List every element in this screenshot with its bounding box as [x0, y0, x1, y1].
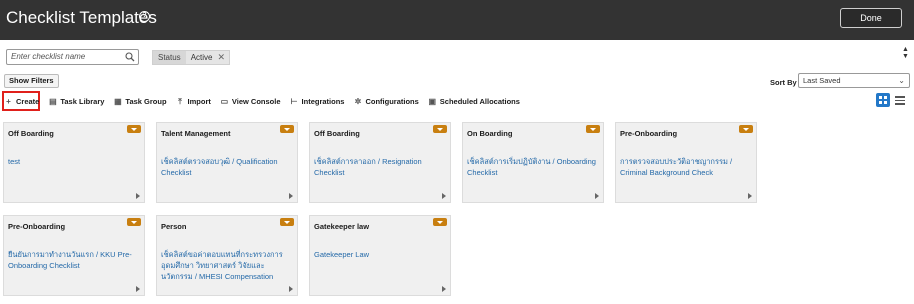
card-expand-icon[interactable]: [136, 193, 140, 199]
scheduled-allocations-button[interactable]: ▣ Scheduled Allocations: [428, 97, 520, 106]
card-category: Pre-Onboarding: [8, 222, 66, 231]
card-category: Off Boarding: [314, 129, 360, 138]
filter-key: Status: [153, 51, 186, 64]
view-console-label: View Console: [231, 96, 281, 106]
card-menu-icon[interactable]: [127, 125, 141, 133]
card-category: Pre-Onboarding: [620, 129, 678, 138]
show-filters-button[interactable]: Show Filters: [4, 74, 59, 88]
card-category: Gatekeeper law: [314, 222, 370, 231]
create-button[interactable]: + Create: [4, 97, 39, 106]
plus-icon: +: [6, 96, 11, 106]
checklist-card[interactable]: Pre-Onboarding การตรวจสอบประวัติอาชญากรร…: [615, 122, 757, 203]
card-title-link[interactable]: เช็คลิสต์ตรวจสอบวุฒิ / Qualification Che…: [161, 156, 293, 178]
reorder-icon[interactable]: ▲ ▼: [902, 46, 909, 60]
integrations-button[interactable]: ⊢ Integrations: [290, 97, 345, 106]
card-menu-icon[interactable]: [739, 125, 753, 133]
task-library-button[interactable]: ▤ Task Library: [48, 97, 104, 106]
search-input[interactable]: Enter checklist name: [6, 49, 139, 65]
checklist-card[interactable]: Pre-Onboarding ยืนยันการมาทำงานวันแรก / …: [3, 215, 145, 296]
configurations-button[interactable]: ✲ Configurations: [353, 96, 419, 106]
create-label: Create: [16, 96, 40, 106]
checklist-card[interactable]: On Boarding เช็คลิสต์การเริ่มปฏิบัติงาน …: [462, 122, 604, 203]
card-title-link[interactable]: ยืนยันการมาทำงานวันแรก / KKU Pre-Onboard…: [8, 249, 140, 271]
card-expand-icon[interactable]: [748, 193, 752, 199]
checklist-card[interactable]: Gatekeeper law Gatekeeper Law: [309, 215, 451, 296]
task-library-icon: ▤: [49, 96, 57, 106]
page-title: Checklist Templates: [6, 8, 157, 27]
search-placeholder: Enter checklist name: [11, 52, 86, 61]
import-icon: ⤒: [178, 96, 182, 106]
task-group-label: Task Group: [125, 96, 167, 106]
card-menu-icon[interactable]: [280, 218, 294, 226]
checklist-card[interactable]: Off Boarding test: [3, 122, 145, 203]
sort-by-select[interactable]: Last Saved ⌄: [798, 73, 910, 88]
configurations-icon: ✲: [354, 96, 362, 106]
card-category: Off Boarding: [8, 129, 54, 138]
console-icon: ▭: [220, 96, 229, 106]
checklist-card[interactable]: Person เช็คลิสต์ขอค่าตอบแทนที่กระทรวงการ…: [156, 215, 298, 296]
card-expand-icon[interactable]: [595, 193, 599, 199]
card-expand-icon[interactable]: [442, 286, 446, 292]
card-title-link[interactable]: เช็คลิสต์ขอค่าตอบแทนที่กระทรวงการอุดมศึก…: [161, 249, 293, 282]
status-filter-chip: Status Active ✕: [152, 50, 231, 65]
view-console-button[interactable]: ▭ View Console: [220, 97, 281, 106]
search-icon[interactable]: [125, 52, 135, 62]
configurations-label: Configurations: [365, 96, 419, 106]
card-category: Person: [161, 222, 187, 231]
grid-view-icon[interactable]: [876, 93, 890, 107]
integrations-label: Integrations: [301, 96, 345, 106]
task-group-button[interactable]: ▦ Task Group: [113, 97, 166, 106]
card-title-link[interactable]: Gatekeeper Law: [314, 249, 446, 260]
card-expand-icon[interactable]: [289, 193, 293, 199]
help-icon[interactable]: ?: [139, 11, 150, 22]
import-label: Import: [187, 96, 211, 106]
page-header: Checklist Templates ? Done: [0, 0, 914, 40]
card-menu-icon[interactable]: [433, 125, 447, 133]
card-menu-icon[interactable]: [586, 125, 600, 133]
card-expand-icon[interactable]: [136, 286, 140, 292]
card-expand-icon[interactable]: [289, 286, 293, 292]
task-group-icon: ▦: [114, 96, 122, 106]
scheduled-allocations-label: Scheduled Allocations: [439, 96, 520, 106]
sort-by-label: Sort By: [770, 78, 797, 87]
import-button[interactable]: ⤒ Import: [176, 97, 211, 106]
card-title-link[interactable]: test: [8, 156, 140, 167]
checklist-card[interactable]: Talent Management เช็คลิสต์ตรวจสอบวุฒิ /…: [156, 122, 298, 203]
card-category: Talent Management: [161, 129, 231, 138]
toolbar: + Create ▤ Task Library ▦ Task Group ⤒ I…: [4, 94, 520, 108]
card-menu-icon[interactable]: [127, 218, 141, 226]
card-title-link[interactable]: เช็คลิสต์การลาออก / Resignation Checklis…: [314, 156, 446, 178]
sort-by-value: Last Saved: [803, 76, 841, 85]
checklist-card[interactable]: Off Boarding เช็คลิสต์การลาออก / Resigna…: [309, 122, 451, 203]
integrations-icon: ⊢: [290, 96, 298, 106]
calendar-icon: ▣: [428, 96, 437, 106]
remove-filter-icon[interactable]: ✕: [215, 52, 229, 63]
list-view-icon[interactable]: [895, 95, 905, 105]
card-expand-icon[interactable]: [442, 193, 446, 199]
card-title-link[interactable]: เช็คลิสต์การเริ่มปฏิบัติงาน / Onboarding…: [467, 156, 599, 178]
card-category: On Boarding: [467, 129, 513, 138]
chevron-down-icon: ⌄: [898, 76, 905, 85]
filter-value: Active: [190, 53, 213, 62]
card-title-link[interactable]: การตรวจสอบประวัติอาชญากรรม / Criminal Ba…: [620, 156, 752, 178]
task-library-label: Task Library: [60, 96, 105, 106]
card-menu-icon[interactable]: [280, 125, 294, 133]
done-button[interactable]: Done: [840, 8, 902, 28]
card-menu-icon[interactable]: [433, 218, 447, 226]
